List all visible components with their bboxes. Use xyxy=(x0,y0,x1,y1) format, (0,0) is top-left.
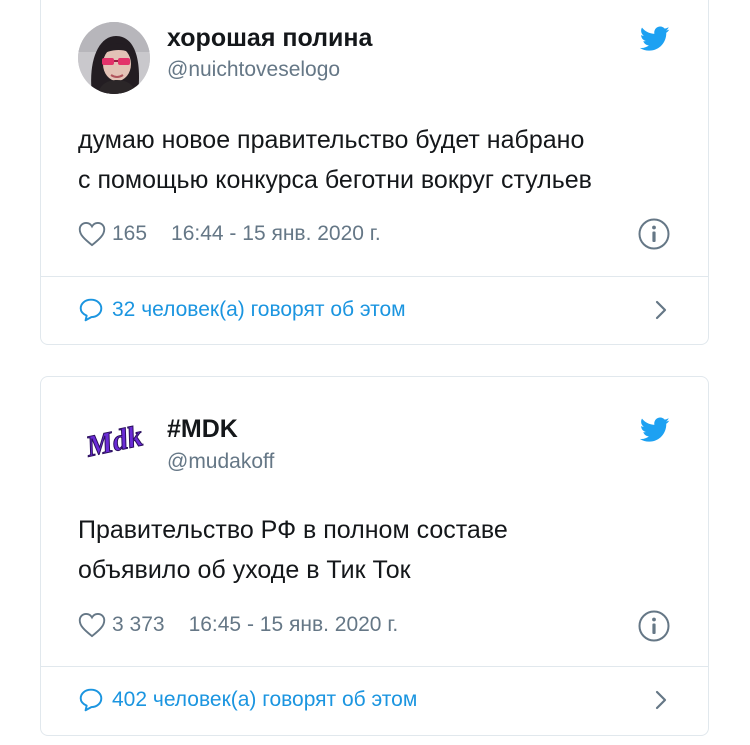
mdk-logo-icon: Mdk xyxy=(78,404,150,476)
author-handle[interactable]: @nuichtoveselogo xyxy=(167,58,340,82)
tweet-text-line: Правительство РФ в полном составе xyxy=(78,516,508,544)
tweet-meta: 3 373 16:45 - 15 янв. 2020 г. xyxy=(78,610,398,640)
info-icon[interactable] xyxy=(638,218,670,250)
replies-label[interactable]: 32 человек(а) говорят об этом xyxy=(112,298,406,322)
replies-link[interactable]: 32 человек(а) говорят об этом xyxy=(78,295,670,325)
twitter-bird-icon[interactable] xyxy=(640,417,670,443)
author-name[interactable]: #MDK xyxy=(167,415,238,444)
author-handle[interactable]: @mudakoff xyxy=(167,450,274,474)
tweet-card: хорошая полина @nuichtoveselogo думаю но… xyxy=(40,0,709,345)
chevron-right-icon[interactable] xyxy=(652,687,670,713)
info-icon[interactable] xyxy=(638,610,670,642)
like-count[interactable]: 165 xyxy=(112,222,147,246)
timestamp[interactable]: 16:45 - 15 янв. 2020 г. xyxy=(189,613,399,637)
twitter-bird-icon[interactable] xyxy=(640,26,670,52)
tweet-text: думаю новое правительство будет набрано … xyxy=(78,120,688,200)
heart-icon[interactable] xyxy=(78,221,106,247)
tweet-text-line: с помощью конкурса беготни вокруг стулье… xyxy=(78,166,592,194)
timestamp[interactable]: 16:44 - 15 янв. 2020 г. xyxy=(171,222,381,246)
like-count[interactable]: 3 373 xyxy=(112,613,165,637)
user-photo-icon xyxy=(78,22,150,94)
replies-label[interactable]: 402 человек(а) говорят об этом xyxy=(112,688,417,712)
chevron-right-icon[interactable] xyxy=(652,297,670,323)
tweet-meta: 165 16:44 - 15 янв. 2020 г. xyxy=(78,219,381,249)
speech-bubble-icon xyxy=(79,298,103,322)
speech-bubble-icon xyxy=(79,688,103,712)
tweet-text-line: объявило об уходе в Тик Ток xyxy=(78,556,411,584)
avatar[interactable]: Mdk xyxy=(78,404,150,476)
tweet-text-line: думаю новое правительство будет набрано xyxy=(78,126,585,154)
divider xyxy=(41,276,708,277)
tweet-text: Правительство РФ в полном составе объяви… xyxy=(78,510,688,590)
tweet-card: Mdk #MDK @mudakoff Правительство РФ в по… xyxy=(40,376,709,736)
heart-icon[interactable] xyxy=(78,612,106,638)
divider xyxy=(41,666,708,667)
avatar[interactable] xyxy=(78,22,150,94)
replies-link[interactable]: 402 человек(а) говорят об этом xyxy=(78,685,670,715)
author-name[interactable]: хорошая полина xyxy=(167,24,372,53)
